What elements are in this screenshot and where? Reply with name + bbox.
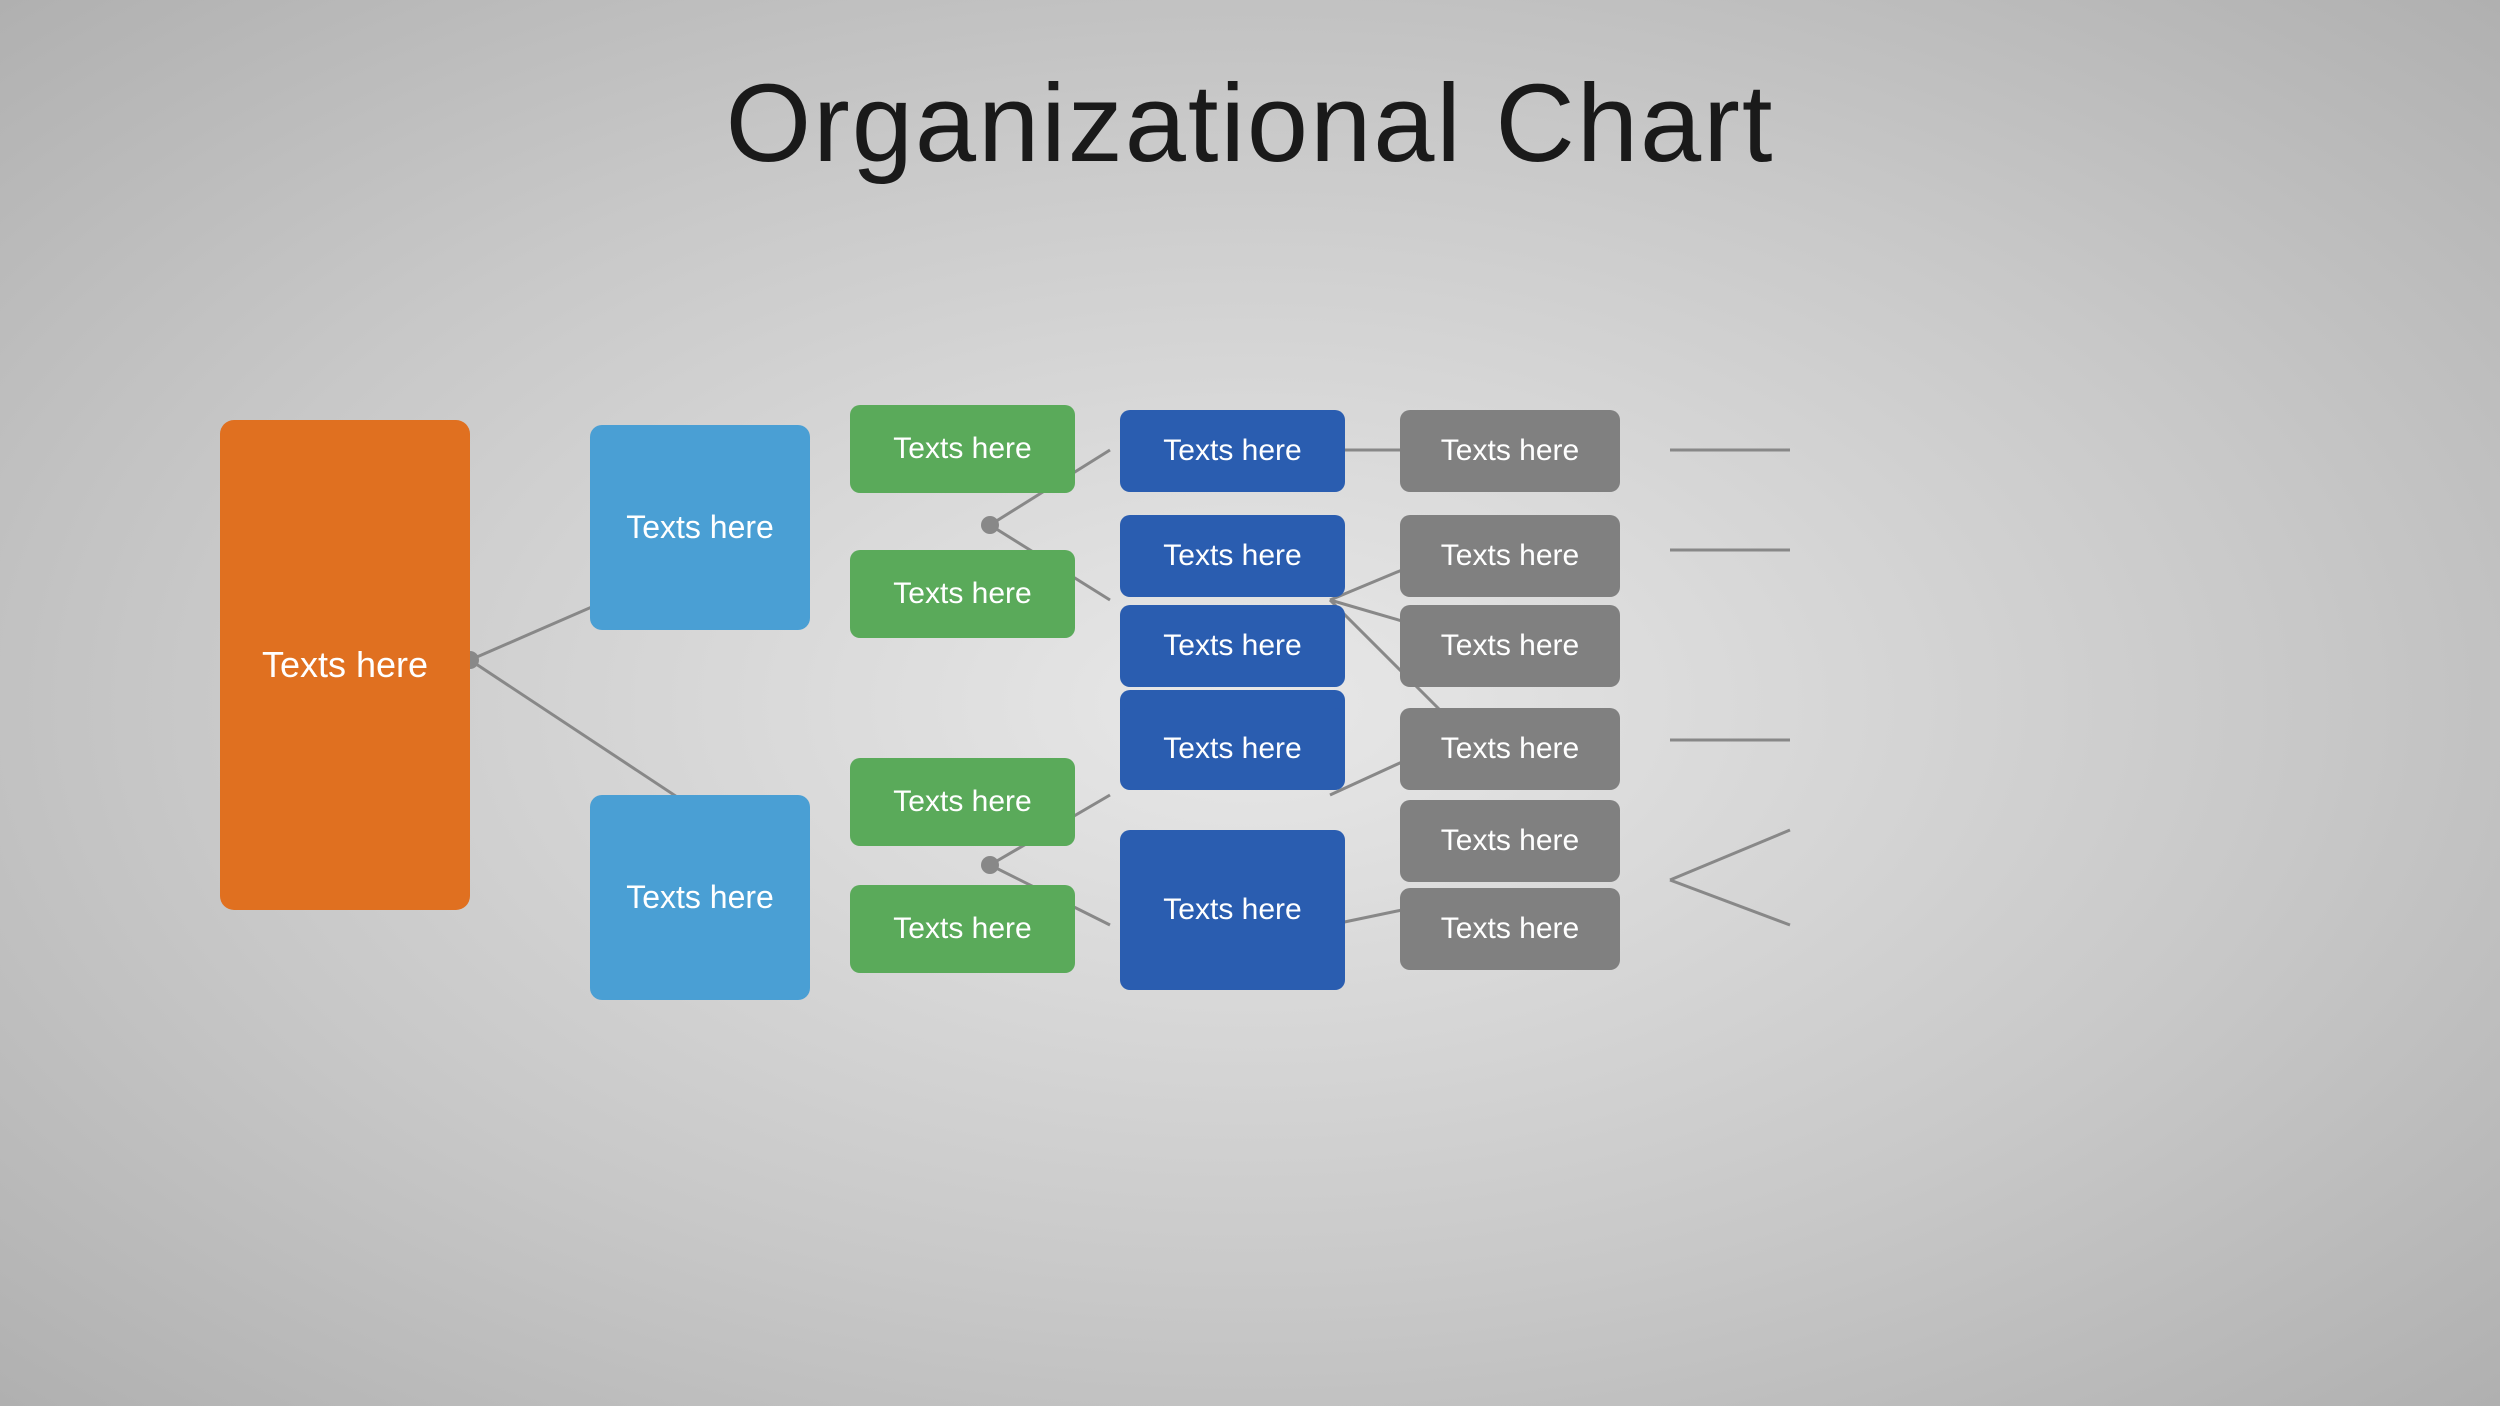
node-b2g2-gray2: Texts here: [1400, 888, 1620, 970]
node-b1g2-dark1: Texts here: [1120, 515, 1345, 597]
node-b1g1-gray1: Texts here: [1400, 410, 1620, 492]
node-b2g1-dark1: Texts here: [1120, 708, 1345, 790]
node-b2g2-gray1: Texts here: [1400, 800, 1620, 882]
node-root: Texts here: [220, 420, 470, 910]
node-branch1: Texts here: [590, 425, 810, 630]
node-b1-green2: Texts here: [850, 550, 1075, 638]
node-b1g2-dark2: Texts here: [1120, 605, 1345, 687]
node-b2-green2: Texts here: [850, 885, 1075, 973]
node-b2-green1: Texts here: [850, 758, 1075, 846]
chart-area: Texts here Texts here Texts here Texts h…: [160, 230, 2380, 1330]
node-b1g1-dark1: Texts here: [1120, 410, 1345, 492]
node-b2g1-gray1: Texts here: [1400, 708, 1620, 790]
node-b1g2-gray2: Texts here: [1400, 605, 1620, 687]
node-b2g2-dark1: Texts here: [1120, 830, 1345, 990]
page-title: Organizational Chart: [0, 0, 2500, 187]
node-branch2: Texts here: [590, 795, 810, 1000]
node-b1-green1: Texts here: [850, 405, 1075, 493]
node-b1g2-gray1: Texts here: [1400, 515, 1620, 597]
